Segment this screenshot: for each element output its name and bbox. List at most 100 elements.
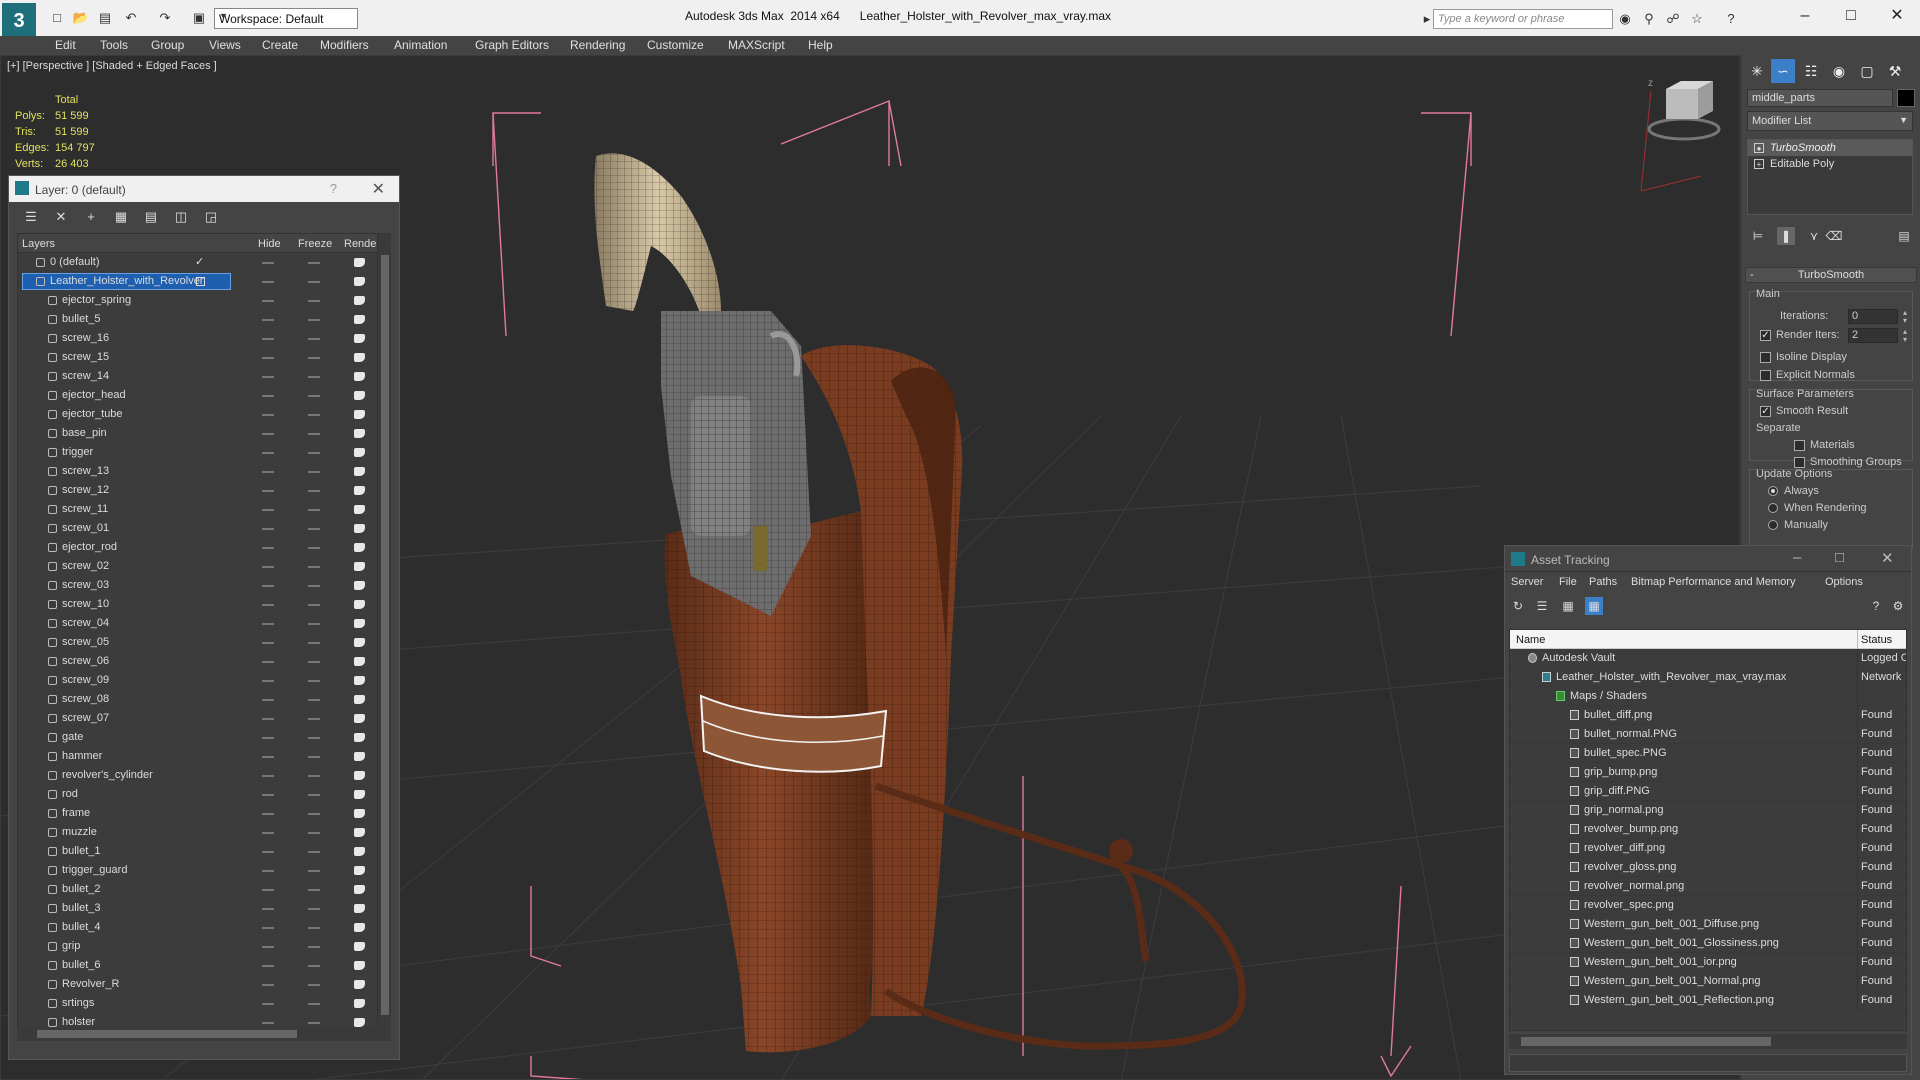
hide-toggle[interactable] bbox=[262, 623, 274, 625]
layer-row[interactable]: trigger bbox=[18, 443, 388, 462]
menu-help[interactable]: Help bbox=[808, 38, 833, 52]
render-iters-spinner[interactable]: 2 bbox=[1848, 328, 1911, 344]
asset-tracking-titlebar[interactable]: Asset Tracking – □ ✕ bbox=[1505, 546, 1911, 572]
menu-maxscript[interactable]: MAXScript bbox=[728, 38, 785, 52]
freeze-toggle[interactable] bbox=[308, 794, 320, 796]
freeze-toggle[interactable] bbox=[308, 661, 320, 663]
render-teapot-icon[interactable] bbox=[354, 790, 365, 799]
explicit-normals-checkbox[interactable] bbox=[1760, 370, 1771, 381]
freeze-toggle[interactable] bbox=[308, 433, 320, 435]
asset-menu-options[interactable]: Options bbox=[1825, 576, 1863, 588]
maximize-button[interactable]: □ bbox=[1835, 549, 1844, 566]
hide-toggle[interactable] bbox=[262, 414, 274, 416]
object-icon[interactable] bbox=[48, 904, 57, 913]
hide-toggle[interactable] bbox=[262, 566, 274, 568]
smooth-result-checkbox[interactable]: ✓ bbox=[1760, 406, 1771, 417]
freeze-toggle[interactable] bbox=[308, 870, 320, 872]
isoline-display-checkbox[interactable] bbox=[1760, 352, 1771, 363]
menu-group[interactable]: Group bbox=[151, 38, 184, 52]
hide-toggle[interactable] bbox=[262, 718, 274, 720]
menu-rendering[interactable]: Rendering bbox=[570, 38, 625, 52]
make-unique-icon[interactable]: ⋎ bbox=[1805, 227, 1823, 245]
freeze-toggle[interactable] bbox=[308, 604, 320, 606]
object-icon[interactable] bbox=[48, 980, 57, 989]
asset-menu-bitmap-performance[interactable]: Bitmap Performance and Memory bbox=[1631, 576, 1795, 588]
asset-tracking-table[interactable]: Name Status Autodesk Vault Logged O Leathe… bbox=[1509, 629, 1907, 1031]
render-teapot-icon[interactable] bbox=[354, 657, 365, 666]
render-teapot-icon[interactable] bbox=[354, 752, 365, 761]
hide-toggle[interactable] bbox=[262, 452, 274, 454]
add-selected-to-layer-icon[interactable]: ▦ bbox=[111, 208, 131, 226]
asset-row[interactable]: revolver_gloss.png Found bbox=[1510, 858, 1906, 877]
delete-layer-icon[interactable]: ✕ bbox=[51, 208, 71, 226]
viewport-label[interactable]: [+] [Perspective ] [Shaded + Edged Faces… bbox=[7, 60, 217, 72]
layer-explorer-titlebar[interactable]: Layer: 0 (default) ? ✕ bbox=[9, 176, 399, 202]
object-icon[interactable] bbox=[48, 961, 57, 970]
always-radio[interactable] bbox=[1768, 486, 1778, 496]
hide-toggle[interactable] bbox=[262, 946, 274, 948]
create-tab-icon[interactable]: ✳ bbox=[1745, 59, 1769, 83]
freeze-toggle[interactable] bbox=[308, 832, 320, 834]
binoculars-icon[interactable]: ◉ bbox=[1616, 10, 1634, 28]
freeze-toggle[interactable] bbox=[308, 357, 320, 359]
object-icon[interactable] bbox=[48, 752, 57, 761]
asset-row[interactable]: bullet_diff.png Found bbox=[1510, 706, 1906, 725]
freeze-toggle[interactable] bbox=[308, 946, 320, 948]
hide-toggle[interactable] bbox=[262, 984, 274, 986]
freeze-toggle[interactable] bbox=[308, 395, 320, 397]
menu-create[interactable]: Create bbox=[262, 38, 298, 52]
object-icon[interactable] bbox=[48, 866, 57, 875]
object-icon[interactable] bbox=[48, 543, 57, 552]
layer-row[interactable]: grip bbox=[18, 937, 388, 956]
layer-row[interactable]: screw_16 bbox=[18, 329, 388, 348]
render-teapot-icon[interactable] bbox=[354, 391, 365, 400]
freeze-toggle[interactable] bbox=[308, 528, 320, 530]
hide-toggle[interactable] bbox=[262, 965, 274, 967]
undo-icon[interactable]: ↶ bbox=[122, 9, 140, 27]
object-icon[interactable] bbox=[48, 619, 57, 628]
scrollbar-thumb[interactable] bbox=[1521, 1037, 1771, 1046]
render-teapot-icon[interactable] bbox=[354, 733, 365, 742]
display-tab-icon[interactable]: ▢ bbox=[1855, 59, 1879, 83]
favorites-star-icon[interactable]: ☆ bbox=[1688, 10, 1706, 28]
hide-toggle[interactable] bbox=[262, 357, 274, 359]
render-teapot-icon[interactable] bbox=[354, 410, 365, 419]
layer-row[interactable]: srtings bbox=[18, 994, 388, 1013]
minimize-button[interactable]: – bbox=[1790, 4, 1820, 28]
freeze-toggle[interactable] bbox=[308, 680, 320, 682]
hierarchy-tab-icon[interactable]: ☷ bbox=[1799, 59, 1823, 83]
render-teapot-icon[interactable] bbox=[354, 676, 365, 685]
thumbnail-view-icon[interactable]: ▦ bbox=[1559, 597, 1577, 615]
freeze-toggle[interactable] bbox=[308, 509, 320, 511]
layer-row[interactable]: ejector_spring bbox=[18, 291, 388, 310]
save-icon[interactable]: ▤ bbox=[96, 9, 114, 27]
layer-row[interactable]: screw_01 bbox=[18, 519, 388, 538]
object-icon[interactable] bbox=[48, 467, 57, 476]
lightbulb-icon[interactable]: ● bbox=[1754, 143, 1764, 153]
freeze-toggle[interactable] bbox=[308, 756, 320, 758]
hide-toggle[interactable] bbox=[262, 756, 274, 758]
iterations-spinner[interactable]: 0 bbox=[1848, 309, 1911, 325]
freeze-toggle[interactable] bbox=[308, 699, 320, 701]
layer-row[interactable]: base_pin bbox=[18, 424, 388, 443]
asset-row[interactable]: Western_gun_belt_001_Diffuse.png Found bbox=[1510, 915, 1906, 934]
layer-icon[interactable] bbox=[36, 258, 45, 267]
layer-row[interactable]: bullet_6 bbox=[18, 956, 388, 975]
freeze-toggle[interactable] bbox=[308, 319, 320, 321]
render-teapot-icon[interactable] bbox=[354, 771, 365, 780]
hide-toggle[interactable] bbox=[262, 813, 274, 815]
freeze-toggle[interactable] bbox=[308, 452, 320, 454]
object-icon[interactable] bbox=[48, 638, 57, 647]
modify-tab-icon[interactable]: ∽ bbox=[1771, 59, 1795, 83]
hide-toggle[interactable] bbox=[262, 433, 274, 435]
hide-toggle[interactable] bbox=[262, 338, 274, 340]
hide-toggle[interactable] bbox=[262, 927, 274, 929]
hide-toggle[interactable] bbox=[262, 376, 274, 378]
layer-row[interactable]: bullet_1 bbox=[18, 842, 388, 861]
render-teapot-icon[interactable] bbox=[354, 904, 365, 913]
render-teapot-icon[interactable] bbox=[354, 277, 365, 286]
asset-row[interactable]: grip_normal.png Found bbox=[1510, 801, 1906, 820]
layer-row[interactable]: ejector_rod bbox=[18, 538, 388, 557]
help-icon[interactable]: ? bbox=[330, 181, 337, 196]
expand-plus-icon[interactable]: + bbox=[1754, 159, 1764, 169]
